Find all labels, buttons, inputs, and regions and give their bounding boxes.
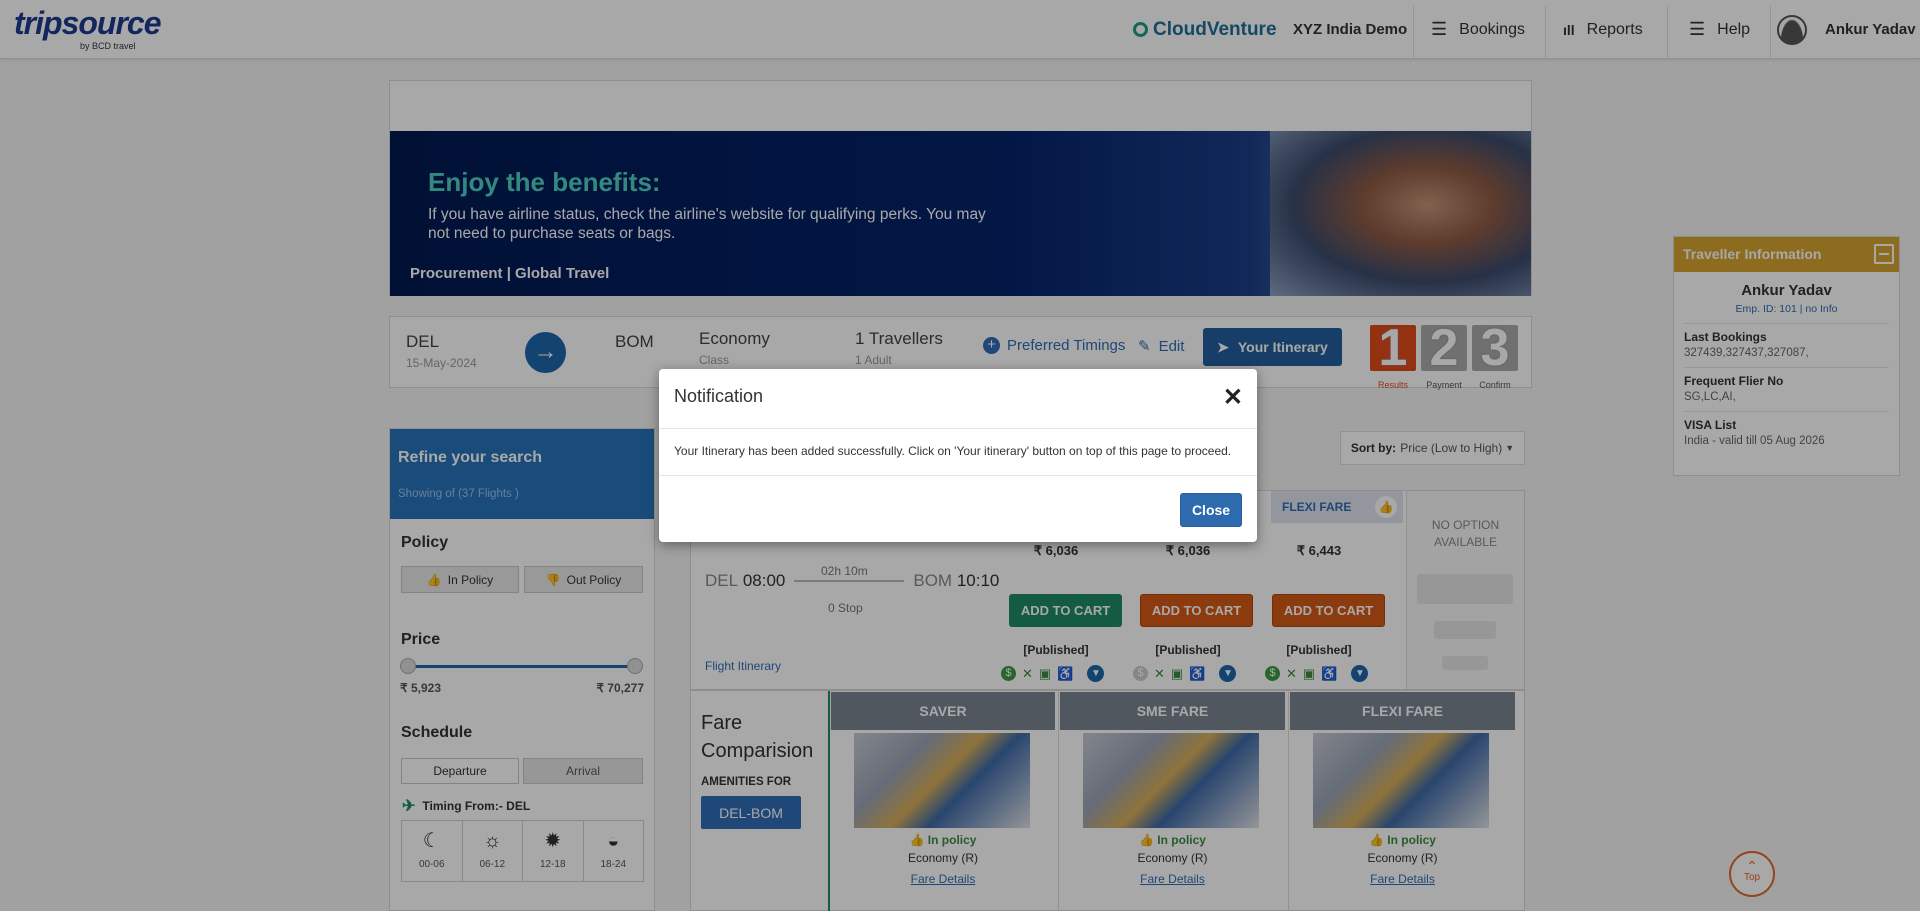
modal-title: Notification [674, 386, 764, 406]
close-button[interactable]: Close [1180, 493, 1242, 527]
close-icon[interactable]: ✕ [1223, 383, 1243, 412]
notification-modal: Notification ✕ Your Itinerary has been a… [659, 369, 1257, 542]
modal-message: Your Itinerary has been added successful… [659, 429, 1257, 476]
modal-header: Notification ✕ [659, 369, 1257, 429]
